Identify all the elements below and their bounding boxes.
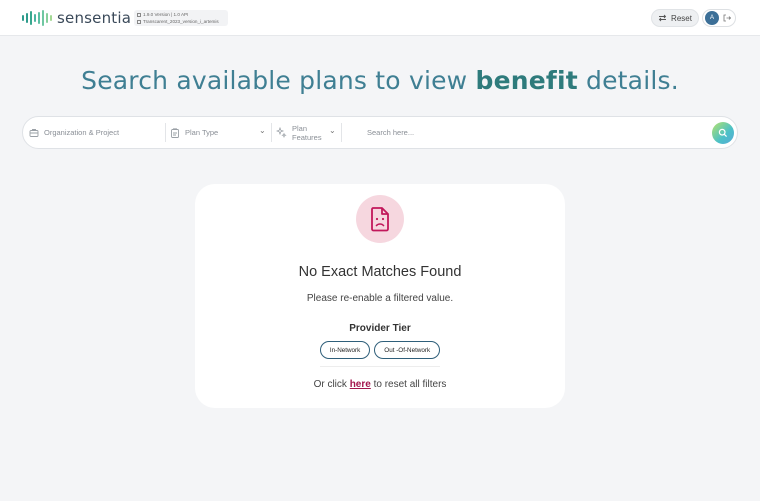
tier-out-of-network-button[interactable]: Out -Of-Network — [374, 341, 441, 359]
sad-document-icon — [371, 207, 389, 232]
headline-part1: Search available plans to view — [81, 66, 476, 95]
no-results-subtitle: Please re-enable a filtered value. — [306, 293, 454, 304]
plan-type-label: Plan Type — [185, 128, 219, 137]
reset-filters-link[interactable]: here — [350, 379, 371, 390]
headline-part2: details. — [577, 66, 679, 95]
page-headline: Search available plans to view benefit d… — [0, 66, 760, 95]
version-number: 1.9.0 Version | 1.0 API — [143, 12, 189, 17]
logo-bars-icon — [22, 10, 52, 26]
no-results-card: No Exact Matches Found Please re-enable … — [195, 184, 565, 408]
provider-tier-options: In-Network Out -Of-Network — [195, 341, 565, 359]
reset-button[interactable]: Reset — [651, 9, 699, 27]
logout-icon[interactable] — [723, 14, 731, 22]
divider — [165, 123, 166, 142]
divider — [320, 366, 440, 367]
plan-type-select[interactable]: Plan Type — [170, 117, 270, 148]
search-bar: Organization & Project Plan Type ⌄ Plan … — [22, 116, 738, 149]
plan-features-label-line1: Plan — [292, 123, 308, 133]
logo-text: sensentia — [57, 9, 132, 27]
headline-emphasis: benefit — [475, 66, 578, 95]
version-info: 1.9.0 Version | 1.0 API Transcarent_2023… — [134, 10, 228, 26]
search-button[interactable] — [712, 122, 734, 144]
branch-icon — [137, 12, 141, 17]
swap-arrows-icon — [658, 14, 667, 22]
reset-label: Reset — [671, 13, 692, 23]
chevron-down-icon[interactable]: ⌄ — [259, 126, 266, 135]
divider — [271, 123, 272, 142]
org-project-select[interactable]: Organization & Project — [29, 117, 164, 148]
plan-features-label-line2: Features — [292, 132, 322, 142]
search-input[interactable] — [367, 125, 667, 139]
avatar[interactable]: A — [705, 11, 719, 25]
empty-state-badge — [356, 195, 404, 243]
version-dataset: Transcarent_2023_version_i_artemis — [143, 19, 219, 24]
provider-tier-label: Provider Tier — [349, 323, 411, 334]
briefcase-icon — [29, 128, 39, 137]
tier-in-network-button[interactable]: In-Network — [319, 341, 371, 359]
divider — [341, 123, 342, 142]
no-results-title: No Exact Matches Found — [298, 264, 462, 280]
search-icon — [718, 128, 728, 138]
top-bar: sensentia 1.9.0 Version | 1.0 API Transc… — [0, 0, 760, 36]
reset-filters-text: Or click here to reset all filters — [195, 379, 565, 390]
sparkle-icon — [276, 127, 287, 138]
reset-prefix: Or click — [313, 379, 350, 390]
user-menu[interactable]: A — [702, 9, 736, 27]
reset-suffix: to reset all filters — [370, 379, 447, 390]
chevron-down-icon[interactable]: ⌄ — [329, 126, 336, 135]
sensentia-logo[interactable]: sensentia — [22, 9, 131, 27]
org-project-label: Organization & Project — [44, 128, 120, 137]
database-icon — [137, 19, 141, 24]
clipboard-icon — [171, 127, 179, 138]
